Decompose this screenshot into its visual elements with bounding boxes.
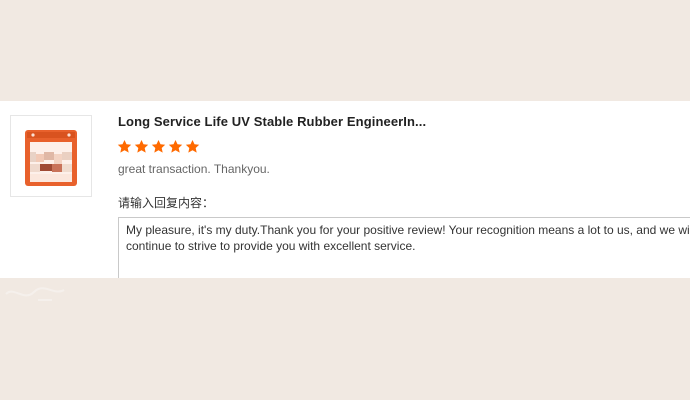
star-icon (134, 139, 149, 153)
star-icon (151, 139, 166, 153)
star-rating (117, 139, 200, 157)
product-title[interactable]: Long Service Life UV Stable Rubber Engin… (118, 114, 426, 129)
mud-flap-image (25, 130, 77, 186)
star-icon (168, 139, 183, 153)
review-text: great transaction. Thankyou. (118, 162, 270, 176)
reply-textarea[interactable]: My pleasure, it's my duty.Thank you for … (118, 217, 690, 278)
watermark-mark (5, 287, 65, 301)
product-thumbnail[interactable] (10, 115, 92, 197)
star-icon (185, 139, 200, 153)
reply-label: 请输入回复内容： (118, 196, 215, 210)
review-card: Long Service Life UV Stable Rubber Engin… (0, 101, 690, 278)
star-icon (117, 139, 132, 153)
